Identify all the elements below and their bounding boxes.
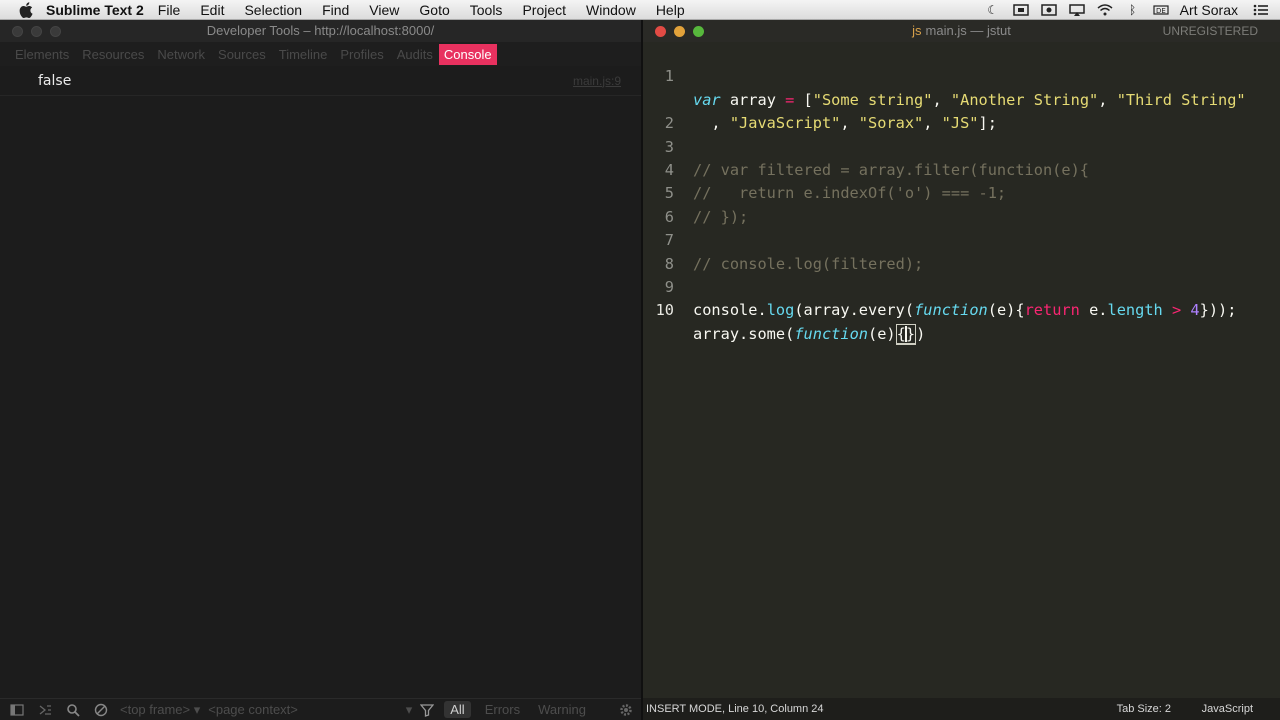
input-source-icon[interactable]: DE [1152, 3, 1170, 17]
wifi-icon[interactable] [1096, 3, 1114, 17]
code-line-current: 10 array.some(function(e){}) [643, 276, 1280, 345]
menu-view[interactable]: View [369, 2, 399, 18]
clear-console-icon[interactable] [90, 699, 112, 720]
menu-tools[interactable]: Tools [470, 2, 503, 18]
filter-icon[interactable] [416, 699, 438, 720]
code-line: 2 [643, 89, 1280, 132]
bluetooth-icon[interactable]: ᛒ [1124, 3, 1142, 17]
filter-warnings-button[interactable]: Warning [538, 702, 586, 717]
code-line: 9 console.log(array.every(function(e){re… [643, 253, 1280, 319]
menu-bar: Sublime Text 2 File Edit Selection Find … [0, 0, 1280, 20]
code-line-wrapped: , "JavaScript", "Sorax", "JS"]; [643, 65, 1280, 132]
menu-selection[interactable]: Selection [244, 2, 302, 18]
status-mode: INSERT MODE, Line 10, Column 24 [646, 703, 824, 715]
filter-errors-button[interactable]: Errors [485, 702, 520, 717]
editor-title-project: — jstut [970, 23, 1011, 38]
screen-recorder-icon[interactable] [1040, 3, 1058, 17]
dock-icon[interactable] [6, 699, 28, 720]
editor-titlebar: js main.js — jstut UNREGISTERED [643, 20, 1280, 42]
status-tab-size[interactable]: Tab Size: 2 [1117, 703, 1171, 715]
menu-file[interactable]: File [158, 2, 181, 18]
code-line: 3 // var filtered = array.filter(functio… [643, 112, 1280, 179]
gear-icon[interactable] [615, 699, 637, 720]
tab-audits[interactable]: Audits [397, 47, 433, 62]
line-number: 10 [655, 301, 674, 320]
tab-profiles[interactable]: Profiles [340, 47, 383, 62]
tab-timeline[interactable]: Timeline [279, 47, 328, 62]
menu-find[interactable]: Find [322, 2, 349, 18]
console-drawer-icon[interactable] [34, 699, 56, 720]
menu-goto[interactable]: Goto [419, 2, 449, 18]
airplay-icon[interactable] [1068, 3, 1086, 17]
tab-console[interactable]: Console [438, 43, 497, 65]
app-menu[interactable]: Sublime Text 2 [46, 2, 144, 18]
editor-title-file: main.js [925, 23, 967, 38]
notification-center-icon[interactable] [1252, 3, 1270, 17]
code-text: console.log(array.every(function(e){retu… [693, 301, 1237, 320]
code-line: 7 // console.log(filtered); [643, 206, 1280, 272]
code-text: array.some(function(e){}) [693, 323, 926, 345]
frame-select-value: <top frame> [120, 701, 191, 717]
chevron-down-icon: ▾ [405, 701, 413, 717]
tab-sources[interactable]: Sources [218, 47, 266, 62]
code-line: 1 var array = ["Some string", "Another S… [643, 42, 1280, 108]
search-icon[interactable] [62, 699, 84, 720]
screen-share-icon[interactable] [1012, 3, 1030, 17]
moon-icon[interactable]: ☾ [984, 3, 1002, 17]
code-area[interactable]: 1 var array = ["Some string", "Another S… [643, 42, 1280, 698]
code-line: 8 [643, 229, 1280, 273]
context-select[interactable]: <page context> ▾ [208, 702, 412, 718]
menu-window[interactable]: Window [586, 2, 636, 18]
devtools-tab-bar: Elements Resources Network Sources Timel… [0, 42, 641, 66]
status-syntax[interactable]: JavaScript [1202, 703, 1253, 715]
user-name[interactable]: Art Sorax [1180, 2, 1238, 18]
context-select-value: <page context> [208, 701, 298, 717]
code-line: 6 [643, 182, 1280, 226]
developer-tools-window: Developer Tools – http://localhost:8000/… [0, 20, 641, 720]
devtools-title: Developer Tools – http://localhost:8000/ [206, 23, 435, 38]
text-cursor [904, 326, 907, 343]
tab-network[interactable]: Network [157, 47, 205, 62]
code-line: 4 // return e.indexOf('o') === -1; [643, 136, 1280, 202]
console-output-value: false [38, 72, 72, 89]
editor-status-bar: INSERT MODE, Line 10, Column 24 Tab Size… [643, 698, 1280, 720]
frame-select[interactable]: <top frame> ▾ [120, 702, 200, 718]
console-source-link[interactable]: main.js:9 [573, 74, 621, 88]
code-line: 5 // }); [643, 159, 1280, 225]
devtools-titlebar: Developer Tools – http://localhost:8000/ [0, 20, 641, 42]
tab-elements[interactable]: Elements [15, 47, 69, 62]
menu-project[interactable]: Project [522, 2, 566, 18]
menu-help[interactable]: Help [656, 2, 685, 18]
tab-resources[interactable]: Resources [82, 47, 144, 62]
console-message: false main.js:9 [0, 66, 641, 96]
js-file-icon: js [912, 23, 922, 38]
apple-icon[interactable] [18, 1, 34, 18]
menu-edit[interactable]: Edit [200, 2, 224, 18]
filter-all-button[interactable]: All [444, 701, 471, 718]
svg-text:DE: DE [1156, 7, 1166, 15]
devtools-status-bar: <top frame> ▾ <page context> ▾ All Errors… [0, 698, 641, 720]
editor-window: js main.js — jstut UNREGISTERED 1 var arr… [643, 20, 1280, 720]
unregistered-label: UNREGISTERED [1162, 24, 1258, 38]
